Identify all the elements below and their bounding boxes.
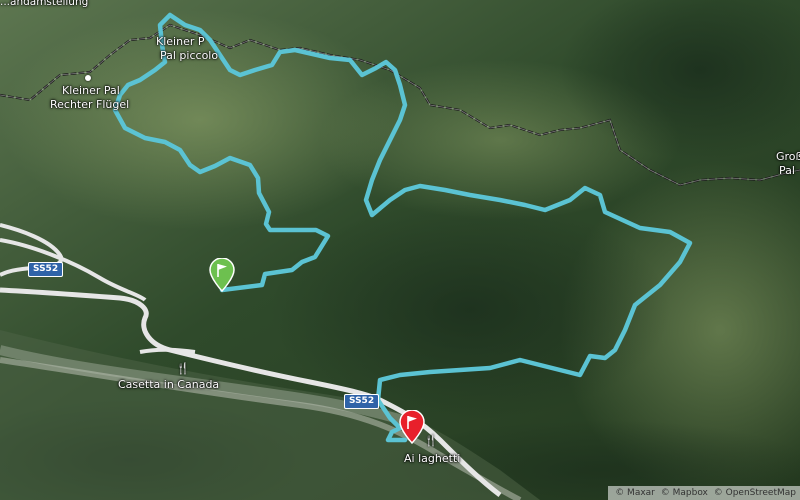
map-label-pal: Pal <box>779 164 795 177</box>
peak-icon[interactable] <box>85 75 91 81</box>
map-label-ai-laghetti: Ai laghetti <box>404 452 461 465</box>
map-attribution: © Maxar © Mapbox © OpenStreetMap <box>608 486 800 500</box>
map-label-top-left: ...andamstellung <box>0 0 89 8</box>
restaurant-icon[interactable]: 🍴 <box>176 362 190 375</box>
map-label-gross: Groß <box>776 150 800 163</box>
map-label-casetta: Casetta in Canada <box>118 378 220 391</box>
attribution-osm[interactable]: © OpenStreetMap <box>714 488 796 498</box>
road-shield-ss52: SS52 <box>28 262 64 277</box>
map-label-kleiner-p: Kleiner P <box>156 35 205 48</box>
restaurant-icon[interactable]: 🍴 <box>424 434 438 447</box>
map-label-pal-piccolo: Pal piccolo <box>160 49 219 62</box>
map-label-rechter-flugel: Rechter Flügel <box>50 98 130 111</box>
attribution-maxar[interactable]: © Maxar <box>615 488 655 498</box>
satellite-map[interactable]: ...andamstellung Kleiner Pal Rechter Flü… <box>0 0 800 500</box>
start-flag-icon[interactable] <box>208 258 236 292</box>
finish-flag-icon[interactable] <box>398 410 426 444</box>
attribution-mapbox[interactable]: © Mapbox <box>661 488 708 498</box>
map-label-kleiner-pal: Kleiner Pal <box>62 84 120 97</box>
road-shield-ss52: SS52 <box>344 394 380 409</box>
